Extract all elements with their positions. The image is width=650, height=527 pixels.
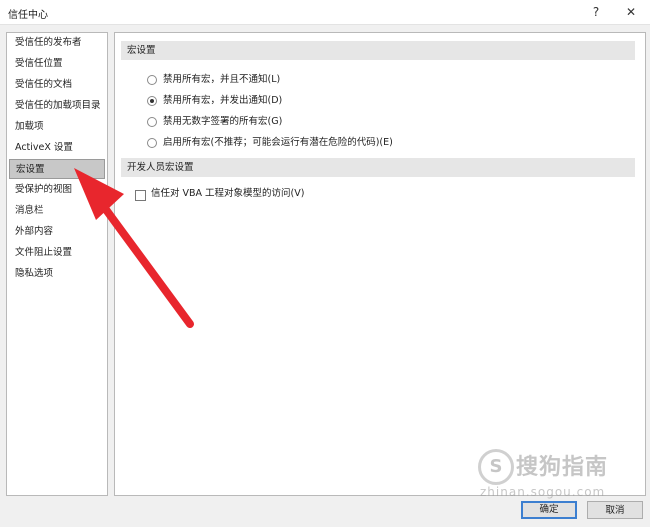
red-arrow-icon [74, 168, 194, 328]
arrow-shaft [92, 192, 194, 328]
arrow-head [74, 168, 124, 220]
